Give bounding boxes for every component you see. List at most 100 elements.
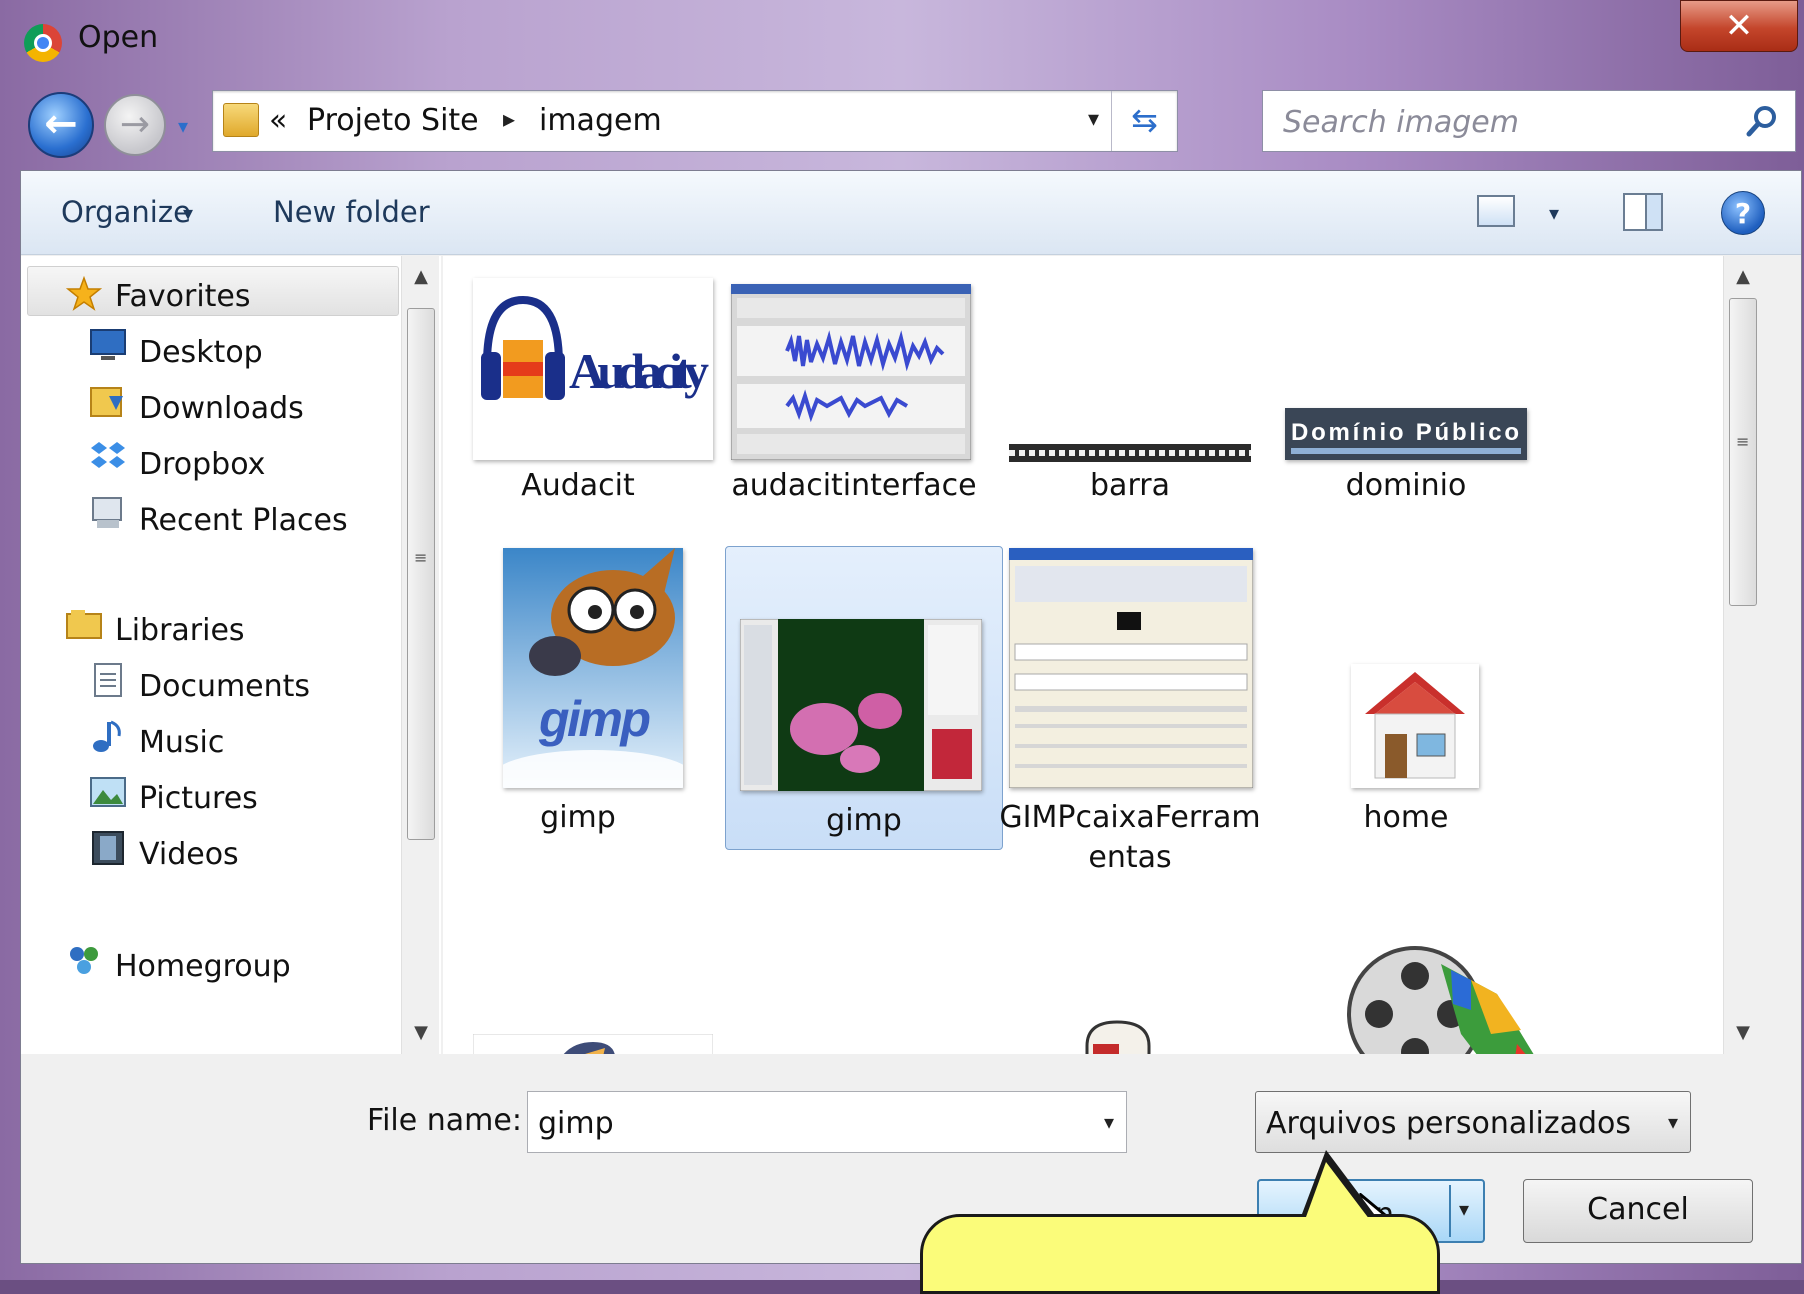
file-type-dropdown-icon[interactable]: ▾ (1668, 1110, 1678, 1134)
open-dialog: Open ✕ ← → ▾ « Projeto Site ▸ imagem ▾ ⇆… (0, 0, 1804, 1294)
sidebar-libraries[interactable]: Libraries (115, 606, 245, 656)
downloads-icon (90, 387, 123, 417)
gimp-logo-text: gimp (538, 691, 651, 747)
dialog-body: Organize ▾ New folder ▾ ? Favorites Desk… (20, 170, 1802, 1264)
cancel-button[interactable]: Cancel (1523, 1179, 1753, 1243)
grip-icon: ≡ (414, 548, 428, 567)
scroll-up-arrow[interactable]: ▲ (1724, 266, 1761, 287)
file-name-input[interactable]: gimp ▾ (527, 1091, 1127, 1153)
organize-dropdown-icon[interactable]: ▾ (183, 201, 193, 225)
gimp-toolbox-icon (1009, 548, 1253, 788)
new-folder-button[interactable]: New folder (273, 195, 430, 229)
file-name-gimpcaixaferramentas-line2: entas (1088, 840, 1172, 875)
refresh-button[interactable]: ⇆ (1111, 91, 1177, 151)
file-item[interactable]: GIMPcaixaFerram entas (995, 546, 1265, 875)
forward-button[interactable]: → (104, 94, 166, 156)
file-item[interactable]: barra (995, 276, 1265, 506)
sidebar-item-downloads[interactable]: Downloads (139, 384, 304, 434)
scroll-up-arrow[interactable]: ▲ (402, 266, 440, 287)
file-item[interactable]: Domínio Público dominio (1271, 276, 1541, 506)
file-name-gimp-selected: gimp (826, 803, 902, 838)
sidebar-item-videos[interactable]: Videos (139, 830, 239, 880)
sidebar-item-desktop[interactable]: Desktop (139, 328, 263, 378)
gimp-logo-icon: gimp (503, 548, 683, 788)
dropbox-icon (91, 442, 125, 468)
file-name-label: File name: (367, 1103, 522, 1138)
audacity-screenshot-icon (731, 284, 971, 460)
music-icon (93, 720, 121, 752)
homegroup-icon (70, 947, 98, 974)
address-bar[interactable]: « Projeto Site ▸ imagem ▾ ⇆ (212, 90, 1178, 152)
sidebar-item-music[interactable]: Music (139, 718, 224, 768)
barra-image-icon (1009, 444, 1251, 462)
file-name-dropdown-icon[interactable]: ▾ (1104, 1110, 1114, 1134)
breadcrumb-projeto-site[interactable]: Projeto Site (307, 103, 479, 138)
audacity-logo-icon: Audacity (473, 278, 713, 460)
close-button[interactable]: ✕ (1680, 0, 1798, 52)
search-icon[interactable] (1745, 103, 1781, 139)
file-type-select[interactable]: Arquivos personalizados ▾ (1255, 1091, 1691, 1153)
navigation-pane: Favorites Desktop Downloads Dropbox Rece… (21, 256, 441, 1054)
change-view-icon[interactable] (1477, 195, 1515, 227)
help-icon[interactable]: ? (1721, 191, 1765, 235)
breadcrumb-overflow[interactable]: « (269, 103, 287, 138)
file-item-selected[interactable]: gimp (725, 546, 1003, 850)
scroll-down-arrow[interactable]: ▼ (1724, 1022, 1761, 1043)
address-dropdown-icon[interactable]: ▾ (1088, 107, 1099, 132)
file-name-dominio: dominio (1345, 468, 1467, 503)
search-input[interactable]: Search imagem (1262, 90, 1796, 152)
sidebar-scrollbar[interactable]: ▲ ≡ ▼ (401, 256, 439, 1054)
file-list-scrollbar[interactable]: ▲ ≡ ▼ (1723, 256, 1761, 1054)
file-list: Audacity Audacit audacitinterface barra … (443, 256, 1761, 1054)
sidebar-item-documents[interactable]: Documents (139, 662, 310, 712)
breadcrumb-imagem[interactable]: imagem (539, 103, 662, 138)
chrome-icon (24, 24, 62, 62)
preview-pane-icon[interactable] (1623, 193, 1663, 231)
file-name-home: home (1363, 800, 1449, 835)
file-item[interactable]: home (1271, 546, 1541, 835)
videos-icon (92, 831, 124, 865)
star-icon (65, 276, 103, 311)
sidebar-item-dropbox[interactable]: Dropbox (139, 440, 265, 490)
mailbox-icon[interactable] (1077, 1016, 1159, 1054)
audacity-logo-text: Audacity (569, 343, 709, 399)
navigation-bar: ← → ▾ « Projeto Site ▸ imagem ▾ ⇆ Search… (0, 84, 1804, 164)
file-name-audacit: Audacit (521, 468, 635, 503)
open-options-dropdown-icon[interactable]: ▾ (1459, 1197, 1469, 1221)
file-item[interactable]: Audacity Audacit (443, 276, 713, 506)
recent-locations-dropdown[interactable]: ▾ (178, 114, 188, 138)
folder-icon (223, 103, 259, 137)
title-bar[interactable]: Open ✕ (0, 0, 1804, 80)
desktop-icon (90, 329, 126, 360)
file-item[interactable]: gimp gimp (443, 546, 713, 835)
breadcrumb-separator[interactable]: ▸ (503, 105, 515, 133)
scroll-down-arrow[interactable]: ▼ (402, 1022, 440, 1043)
file-name-value: gimp (538, 1106, 614, 1141)
view-dropdown-icon[interactable]: ▾ (1549, 201, 1559, 225)
libraries-icon (66, 610, 102, 639)
search-placeholder: Search imagem (1283, 105, 1519, 140)
file-name-gimp: gimp (540, 800, 616, 835)
documents-icon (94, 663, 122, 697)
command-toolbar: Organize ▾ New folder ▾ ? (21, 171, 1801, 255)
open-button-divider (1449, 1185, 1451, 1237)
file-type-value: Arquivos personalizados (1266, 1106, 1632, 1141)
recent-places-icon (92, 497, 122, 528)
file-name-barra: barra (1090, 468, 1170, 503)
dialog-footer: File name: gimp ▾ Arquivos personalizado… (21, 1055, 1801, 1263)
sidebar-item-recent-places[interactable]: Recent Places (139, 496, 348, 546)
partial-file-icon[interactable] (473, 1034, 713, 1054)
home-icon (1351, 664, 1479, 788)
back-button[interactable]: ← (28, 92, 94, 158)
sidebar-homegroup[interactable]: Homegroup (115, 942, 291, 992)
callout-pointer-fill (1302, 1162, 1376, 1228)
organize-button[interactable]: Organize (61, 195, 191, 229)
sidebar-item-pictures[interactable]: Pictures (139, 774, 258, 824)
movie-maker-icon[interactable] (1321, 934, 1557, 1054)
file-name-audacitinterface: audacitinterface (731, 468, 977, 503)
sidebar-favorites[interactable]: Favorites (115, 272, 251, 322)
file-list-scroll-thumb[interactable]: ≡ (1729, 298, 1757, 606)
file-item[interactable]: audacitinterface (719, 276, 989, 506)
sidebar-scroll-thumb[interactable]: ≡ (407, 308, 435, 840)
gimp-screenshot-icon (740, 619, 982, 791)
